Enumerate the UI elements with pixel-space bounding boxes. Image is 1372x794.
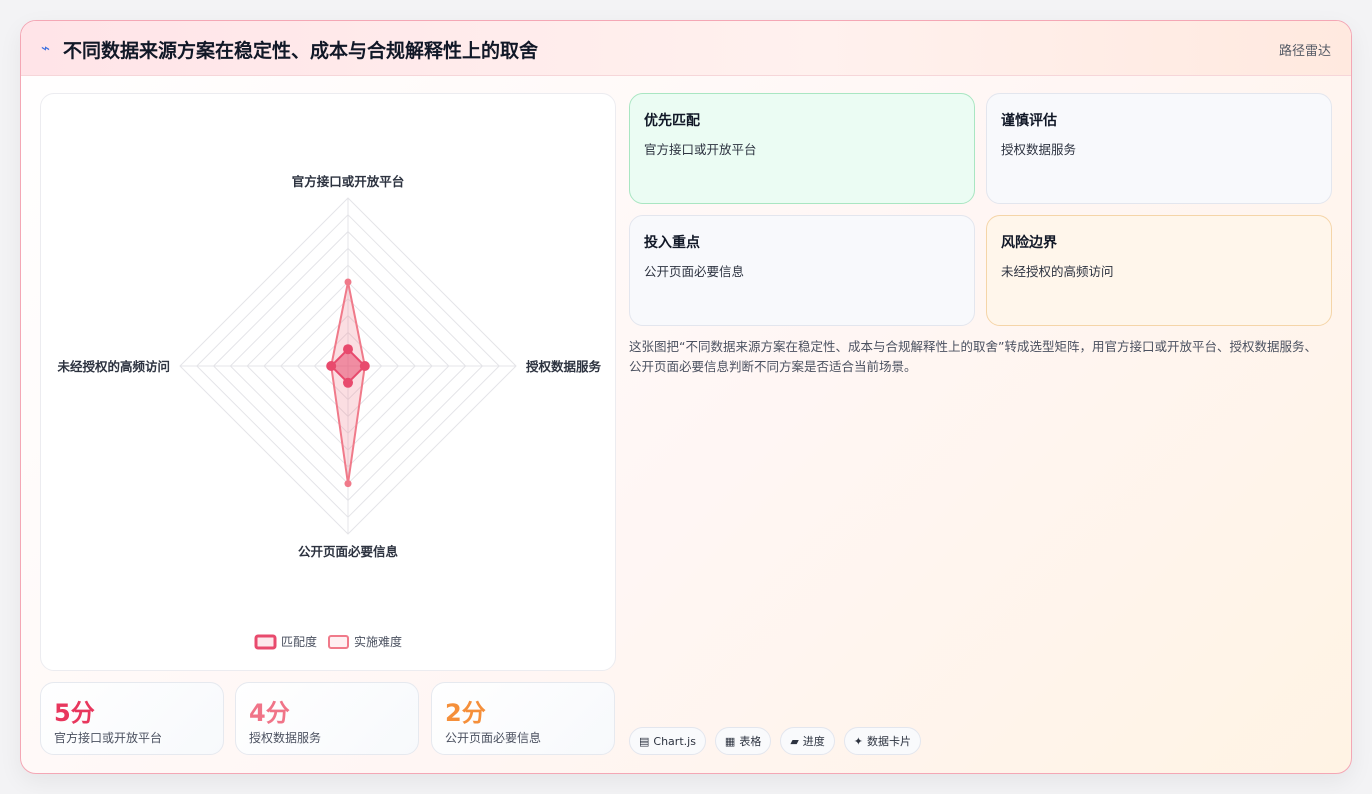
series-point bbox=[343, 377, 353, 388]
legend-swatch bbox=[328, 635, 349, 649]
pill-label: 进度 bbox=[802, 735, 825, 748]
stat-value: 5分 bbox=[54, 699, 95, 727]
stat-card-1: 4分 授权数据服务 bbox=[235, 682, 419, 755]
tile-investment-focus: 投入重点 公开页面必要信息 bbox=[629, 215, 975, 326]
tile-title: 风险边界 bbox=[1001, 235, 1057, 251]
stat-value: 4分 bbox=[249, 699, 290, 727]
description: 这张图把“不同数据来源方案在稳定性、成本与合规解释性上的取舍”转成选型矩阵，用官… bbox=[629, 339, 1317, 374]
feature-pills: ▤ Chart.js ▦ 表格 ▰ 进度 ✦ 数据卡片 bbox=[629, 727, 922, 755]
chart-icon: ▤ bbox=[639, 734, 650, 748]
tile-sub: 公开页面必要信息 bbox=[644, 264, 745, 279]
series-point bbox=[359, 361, 370, 371]
axis-label: 未经授权的高频访问 bbox=[56, 359, 170, 374]
pill-progress[interactable]: ▰ 进度 bbox=[780, 727, 835, 755]
pill-label: 表格 bbox=[739, 735, 762, 748]
progress-icon: ▰ bbox=[790, 734, 799, 748]
legend-label: 匹配度 bbox=[281, 634, 317, 649]
stat-card-2: 2分 公开页面必要信息 bbox=[431, 682, 615, 755]
pill-label: 数据卡片 bbox=[867, 735, 912, 748]
series-point bbox=[343, 344, 353, 355]
tile-title: 优先匹配 bbox=[644, 113, 700, 129]
legend-label: 实施难度 bbox=[354, 634, 402, 649]
tile-title: 谨慎评估 bbox=[1001, 113, 1057, 129]
tile-risk-boundary: 风险边界 未经授权的高频访问 bbox=[986, 215, 1332, 326]
legend-swatch bbox=[254, 634, 277, 650]
lightning-icon: ⌁ bbox=[41, 39, 51, 57]
series-point bbox=[344, 278, 352, 286]
stat-label: 官方接口或开放平台 bbox=[54, 731, 163, 745]
tile-sub: 未经授权的高频访问 bbox=[1001, 264, 1114, 279]
stat-label: 公开页面必要信息 bbox=[445, 731, 542, 745]
tile-sub: 授权数据服务 bbox=[1001, 142, 1077, 157]
sparkle-icon: ✦ bbox=[853, 734, 864, 748]
stat-card-0: 5分 官方接口或开放平台 bbox=[40, 682, 224, 755]
axis-label: 公开页面必要信息 bbox=[298, 544, 399, 559]
series-point bbox=[326, 361, 337, 371]
pill-table[interactable]: ▦ 表格 bbox=[714, 727, 772, 755]
radar-chart: 官方接口或开放平台授权数据服务公开页面必要信息 未经授权的高频访问匹配度 实施难度 bbox=[56, 174, 602, 650]
tile-cautious-eval: 谨慎评估 授权数据服务 bbox=[986, 93, 1332, 204]
chart-panel: 官方接口或开放平台授权数据服务公开页面必要信息 未经授权的高频访问匹配度 实施难度 bbox=[40, 93, 616, 671]
stat-label: 授权数据服务 bbox=[249, 731, 322, 745]
chart-type-tag: 路径雷达 bbox=[1278, 44, 1331, 59]
tile-title: 投入重点 bbox=[644, 235, 700, 251]
tile-sub: 官方接口或开放平台 bbox=[644, 142, 757, 157]
header: ⌁ 不同数据来源方案在稳定性、成本与合规解释性上的取舍 路径雷达 bbox=[21, 21, 1351, 76]
pill-label: Chart.js bbox=[653, 734, 696, 748]
page-title: 不同数据来源方案在稳定性、成本与合规解释性上的取舍 bbox=[63, 40, 539, 62]
series-point bbox=[344, 480, 352, 488]
table-icon: ▦ bbox=[724, 734, 736, 748]
tile-priority-match: 优先匹配 官方接口或开放平台 bbox=[629, 93, 975, 204]
stat-value: 2分 bbox=[445, 699, 486, 727]
axis-label: 授权数据服务 bbox=[526, 359, 602, 374]
pill-data-card[interactable]: ✦ 数据卡片 bbox=[843, 727, 922, 755]
axis-label: 官方接口或开放平台 bbox=[292, 174, 405, 189]
main-card: ⌁ 不同数据来源方案在稳定性、成本与合规解释性上的取舍 路径雷达 官方接口或开放… bbox=[20, 20, 1352, 774]
pill-chartjs[interactable]: ▤ Chart.js bbox=[629, 727, 706, 755]
